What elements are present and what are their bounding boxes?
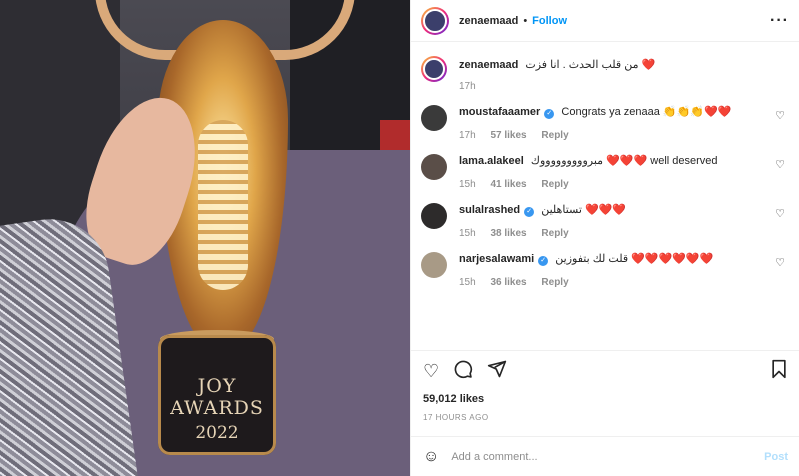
post-header: zenaemaad • Follow ··· [411, 0, 799, 42]
like-comment-heart-icon[interactable]: ♡ [775, 207, 785, 220]
post-photo[interactable]: JOY AWARDS 2022 [0, 0, 410, 476]
post-details-panel: zenaemaad • Follow ··· zenaemaad من قلب … [410, 0, 799, 476]
comment-item: moustafaaamer ✓ Congrats ya zenaaa 👏👏👏❤️❤… [421, 105, 789, 141]
avatar[interactable] [421, 252, 447, 278]
comment-text: تستاهلين ❤️❤️❤️ [541, 204, 627, 216]
like-comment-heart-icon[interactable]: ♡ [775, 256, 785, 269]
caption-age[interactable]: 17h [459, 81, 476, 92]
avatar[interactable] [421, 203, 447, 229]
comment-username[interactable]: moustafaaamer [459, 106, 540, 118]
avatar[interactable] [421, 56, 447, 82]
comment-likes[interactable]: 41 likes [490, 179, 526, 190]
comment-age[interactable]: 17h [459, 130, 476, 141]
reply-button[interactable]: Reply [541, 277, 568, 288]
comment-username[interactable]: sulalrashed [459, 204, 520, 216]
reply-button[interactable]: Reply [541, 228, 568, 239]
like-comment-heart-icon[interactable]: ♡ [775, 158, 785, 171]
save-bookmark-icon[interactable] [770, 359, 788, 384]
header-separator: • [523, 14, 528, 27]
post-button[interactable]: Post [764, 451, 788, 463]
avatar[interactable] [421, 154, 447, 180]
trophy-year: 2022 [195, 423, 239, 443]
comment-bubble-icon[interactable] [453, 359, 473, 384]
comment-input[interactable] [451, 450, 765, 463]
post-actions: ♡ 59,012 likes 17 HOURS AGO [411, 350, 799, 422]
header-username[interactable]: zenaemaad [459, 15, 518, 27]
comment-age[interactable]: 15h [459, 228, 476, 239]
more-options-icon[interactable]: ··· [770, 12, 789, 30]
comment-username[interactable]: narjesalawami [459, 253, 534, 265]
comment-username[interactable]: lama.alakeel [459, 155, 524, 167]
comment-text: Congrats ya zenaaa 👏👏👏❤️❤️ [561, 106, 732, 118]
verified-badge-icon: ✓ [544, 109, 555, 119]
reply-button[interactable]: Reply [541, 130, 568, 141]
emoji-icon[interactable]: ☺ [423, 448, 439, 466]
caption: zenaemaad من قلب الحدث . انا فزت ❤️ 17h [421, 56, 789, 92]
caption-text: من قلب الحدث . انا فزت ❤️ [525, 59, 656, 71]
avatar[interactable] [421, 105, 447, 131]
comment-text: مبروووووووووك ❤️❤️❤️ well deserved [530, 155, 718, 167]
share-paper-plane-icon[interactable] [487, 359, 507, 384]
comment-item: narjesalawami ✓ قلت لك بتفوزين ❤️❤️❤️❤️❤️… [421, 252, 789, 288]
comment-text: قلت لك بتفوزين ❤️❤️❤️❤️❤️❤️ [555, 253, 714, 265]
likes-count[interactable]: 59,012 likes [423, 393, 788, 405]
add-comment-bar: ☺ Post [411, 436, 799, 476]
caption-username[interactable]: zenaemaad [459, 59, 518, 71]
comment-likes[interactable]: 38 likes [490, 228, 526, 239]
trophy-label: JOY AWARDS 2022 [158, 375, 276, 443]
post-timestamp[interactable]: 17 HOURS AGO [423, 413, 788, 422]
comment-likes[interactable]: 36 likes [490, 277, 526, 288]
comment-item: sulalrashed ✓ تستاهلين ❤️❤️❤️ 15h 38 like… [421, 203, 789, 239]
like-heart-icon[interactable]: ♡ [423, 361, 439, 382]
comments-list[interactable]: zenaemaad من قلب الحدث . انا فزت ❤️ 17h … [411, 42, 799, 348]
comment-age[interactable]: 15h [459, 277, 476, 288]
like-comment-heart-icon[interactable]: ♡ [775, 109, 785, 122]
avatar[interactable] [421, 6, 449, 35]
reply-button[interactable]: Reply [541, 179, 568, 190]
verified-badge-icon: ✓ [538, 256, 549, 266]
follow-button[interactable]: Follow [532, 15, 567, 27]
comment-likes[interactable]: 57 likes [490, 130, 526, 141]
comment-age[interactable]: 15h [459, 179, 476, 190]
verified-badge-icon: ✓ [524, 207, 535, 217]
trophy-inner [198, 120, 248, 290]
trophy-title: JOY AWARDS [170, 375, 264, 419]
comment-item: lama.alakeel مبروووووووووك ❤️❤️❤️ well d… [421, 154, 789, 190]
